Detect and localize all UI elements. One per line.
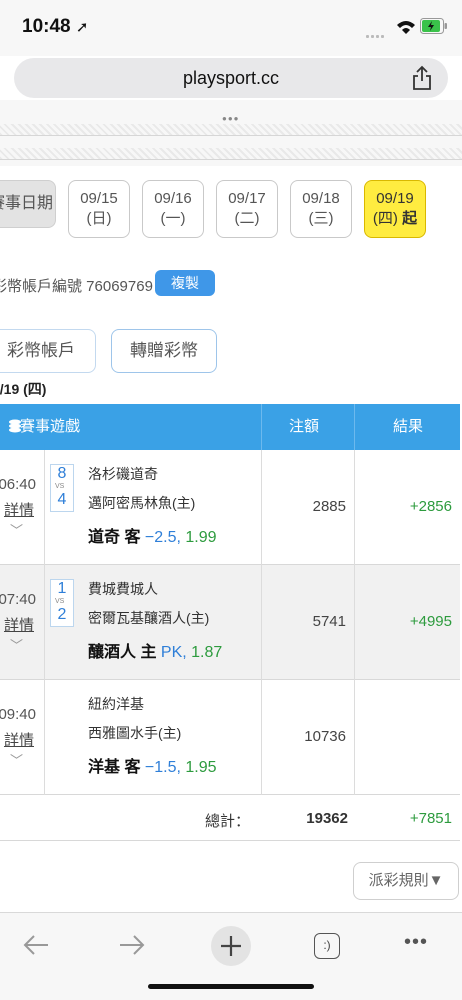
header-result: 結果 [392, 418, 423, 435]
home-team: 西雅圖水手(主) [88, 725, 182, 741]
date-filter-label[interactable]: 賽事日期 [0, 180, 56, 228]
date-button[interactable]: 09/15 (日) [68, 180, 130, 238]
back-icon[interactable] [22, 933, 50, 957]
home-team: 密爾瓦基釀酒人(主) [88, 610, 210, 626]
date-button[interactable]: 09/16 (一) [142, 180, 204, 238]
forward-icon[interactable] [118, 933, 146, 957]
away-team: 洛杉磯道奇 [88, 466, 158, 482]
table-row: 07:40 詳情 ﹀ 1 VS 2 費城費城人密爾瓦基釀酒人(主) 釀酒人 主 PK, 1.8… [0, 565, 460, 680]
more-icon[interactable]: ••• [404, 931, 428, 954]
page-dots-icon: ●●● [222, 114, 240, 123]
total-label: 總計： [204, 813, 250, 830]
tabs-icon[interactable]: :) [314, 933, 340, 959]
header-amount: 注額 [288, 418, 319, 435]
detail-link[interactable]: 詳情 [0, 499, 34, 520]
vs-label: VS [55, 598, 65, 605]
pick: 洋基 客 −1.5, 1.95 [88, 759, 217, 776]
rank-bottom: 4 [57, 491, 67, 508]
wifi-icon [397, 21, 415, 34]
table-header: 賽事遊戲 注額 結果 [0, 404, 460, 450]
header-game: 賽事遊戲 [20, 418, 81, 435]
url-text: playsport.cc [182, 68, 280, 88]
pick: 釀酒人 主 PK, 1.87 [88, 644, 223, 661]
home-indicator [148, 984, 314, 989]
tab-transfer-coins[interactable]: 轉贈彩幣 [111, 329, 217, 373]
game-time: 06:40 [0, 476, 36, 493]
detail-link[interactable]: 詳情 [0, 729, 34, 750]
game-time: 07:40 [0, 591, 36, 608]
new-tab-icon[interactable] [211, 926, 251, 966]
bet-amount: 2885 [312, 498, 346, 515]
home-team: 邁阿密馬林魚(主) [88, 495, 196, 511]
payout-rules-button[interactable]: 派彩規則▼ [353, 862, 459, 900]
divider [0, 124, 462, 136]
date-button[interactable]: 09/17 (二) [216, 180, 278, 238]
bet-amount: 5741 [312, 613, 346, 630]
chevron-down-icon[interactable]: ﹀ [10, 520, 23, 539]
battery-icon [420, 18, 447, 34]
rank-bottom: 2 [57, 606, 67, 623]
away-team: 紐約洋基 [88, 696, 144, 712]
rank-top: 1 [57, 580, 67, 597]
chevron-down-icon[interactable]: ﹀ [10, 635, 23, 654]
signal-icon [366, 25, 392, 38]
total-amount: 19362 [306, 810, 348, 827]
clock: 10:48 ➚ [22, 16, 89, 37]
total-result: +7851 [409, 810, 452, 827]
vs-label: VS [55, 483, 65, 490]
tab-coin-account[interactable]: 彩幣帳戶 [0, 329, 96, 373]
date-button[interactable]: 09/18 (三) [290, 180, 352, 238]
chevron-down-icon[interactable]: ﹀ [10, 750, 23, 769]
address-bar[interactable]: playsport.cc [14, 58, 448, 98]
bet-result: +4995 [409, 613, 452, 630]
share-icon[interactable] [410, 65, 434, 91]
table-row: 09:40 詳情 ﹀ 紐約洋基西雅圖水手(主) 洋基 客 −1.5, 1.95 10736 [0, 680, 460, 795]
status-bar: 10:48 ➚ [0, 0, 462, 56]
pick: 道奇 客 −2.5, 1.99 [88, 529, 217, 546]
bet-result: +2856 [409, 498, 452, 515]
bet-amount: 10736 [304, 728, 346, 745]
away-team: 費城費城人 [88, 581, 158, 597]
copy-button[interactable]: 複製 [155, 270, 215, 296]
total-row: 總計： 19362 +7851 [0, 795, 460, 841]
table-row: 06:40 詳情 ﹀ 8 VS 4 洛杉磯道奇邁阿密馬林魚(主) 道奇 客 −2.5, 1.9… [0, 450, 460, 565]
account-number: 彩幣帳戶編號 76069769 [0, 278, 153, 295]
rank-top: 8 [57, 465, 67, 482]
date-header: 9/19 (四) [0, 381, 47, 397]
detail-link[interactable]: 詳情 [0, 614, 34, 635]
divider [0, 148, 462, 160]
date-button-selected[interactable]: 09/19 (四) 起 [364, 180, 426, 238]
game-time: 09:40 [0, 706, 36, 723]
